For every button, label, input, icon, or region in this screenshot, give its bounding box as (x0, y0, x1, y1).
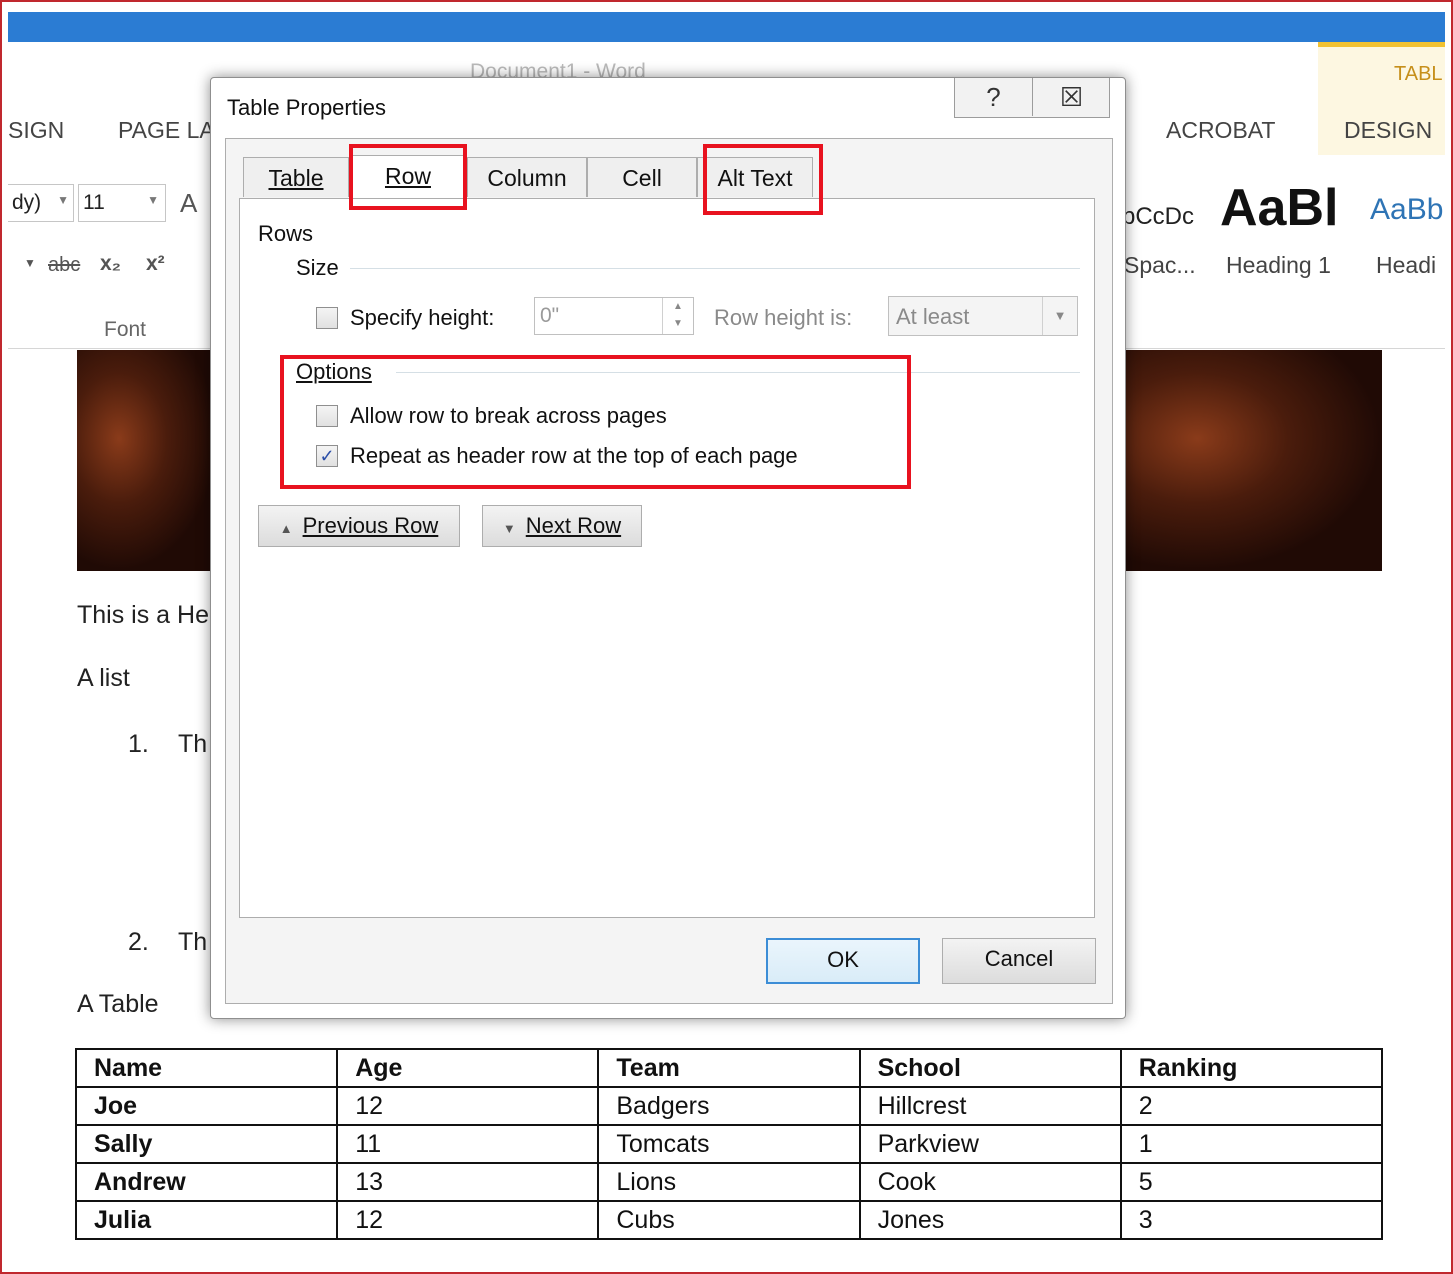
triangle-up-icon: ▲ (279, 521, 293, 536)
table-cell[interactable]: Badgers (597, 1086, 861, 1126)
ribbon-tab-table-design[interactable]: DESIGN (1344, 117, 1432, 144)
style-name-heading2: Headi (1376, 252, 1437, 278)
font-group-label: Font (104, 318, 147, 341)
table-properties-dialog: Table Properties ? ☒ Table Row Column Ce… (210, 77, 1126, 1019)
help-icon: ? (986, 82, 1001, 112)
window-controls: ? ☒ (954, 78, 1110, 118)
row-height-select[interactable]: At least ▼ (888, 296, 1078, 336)
table-cell[interactable]: Sally (74, 1124, 339, 1164)
table-cell[interactable]: Andrew (74, 1162, 339, 1202)
table-header-cell[interactable]: Team (597, 1048, 861, 1088)
list-item-number: 1. (128, 730, 149, 758)
ribbon-tab-page-layout[interactable]: PAGE LA (118, 117, 215, 144)
ok-button[interactable]: OK (766, 938, 920, 984)
table-header-cell[interactable]: Name (74, 1048, 339, 1088)
style-sample-heading1[interactable]: AaBl (1220, 178, 1338, 238)
table-row: Julia 12 Cubs Jones 3 (74, 1200, 1384, 1240)
superscript-button[interactable]: x² (146, 252, 165, 276)
row-height-is-label: Row height is: (714, 305, 853, 330)
next-row-button[interactable]: ▼ Next Row (482, 505, 642, 547)
help-button[interactable]: ? (955, 78, 1033, 116)
chevron-down-icon: ▼ (57, 193, 69, 207)
table-cell[interactable]: Hillcrest (858, 1086, 1122, 1126)
font-size-select[interactable]: 11 ▼ (78, 184, 166, 222)
style-name-spacing: Spac... (1124, 252, 1196, 278)
previous-row-button[interactable]: ▲ Previous Row (258, 505, 460, 547)
header-image (77, 350, 217, 571)
table-cell[interactable]: 11 (336, 1124, 600, 1164)
tab-table[interactable]: Table (243, 157, 349, 197)
font-name-select[interactable]: dy) ▼ (8, 184, 74, 222)
table-cell[interactable]: 5 (1119, 1162, 1384, 1202)
table-cell[interactable]: Joe (74, 1086, 339, 1126)
list-item: Th (178, 730, 208, 758)
chevron-down-icon[interactable]: ▼ (24, 256, 36, 270)
grow-font-icon[interactable]: A (180, 188, 197, 219)
table-cell[interactable]: Jones (858, 1200, 1122, 1240)
specify-height-checkbox[interactable] (316, 307, 338, 329)
list-item: Th (178, 928, 208, 956)
document-heading: This is a He (77, 601, 209, 629)
table-cell[interactable]: Tomcats (597, 1124, 861, 1164)
chevron-down-icon[interactable]: ▼ (1042, 297, 1077, 335)
chevron-down-icon[interactable]: ▼ (663, 315, 693, 332)
table-cell[interactable]: Lions (597, 1162, 861, 1202)
annotation-row-tab (349, 144, 467, 210)
style-name-heading1: Heading 1 (1226, 252, 1331, 278)
style-sample-spacing[interactable]: bCcDc (1122, 203, 1194, 231)
table-cell[interactable]: 3 (1119, 1200, 1384, 1240)
height-spinner[interactable]: 0" ▲ ▼ (534, 297, 694, 335)
table-cell[interactable]: 13 (336, 1162, 600, 1202)
dialog-title: Table Properties (227, 95, 386, 120)
size-separator (350, 268, 1080, 269)
table-cell[interactable]: Parkview (858, 1124, 1122, 1164)
style-sample-heading2[interactable]: AaBb (1370, 193, 1443, 227)
strikethrough-button[interactable]: abc (48, 254, 80, 277)
chevron-up-icon[interactable]: ▲ (663, 298, 693, 315)
specify-height-label[interactable]: Specify height: (350, 305, 494, 331)
rows-heading: Rows (258, 221, 314, 246)
context-tab-title: TABL (1394, 63, 1443, 85)
table-header-cell[interactable]: Ranking (1119, 1048, 1384, 1088)
table-cell[interactable]: Julia (74, 1200, 339, 1240)
table-cell[interactable]: 12 (336, 1200, 600, 1240)
close-button[interactable]: ☒ (1033, 78, 1110, 116)
table-cell[interactable]: 1 (1119, 1124, 1384, 1164)
ribbon-tab-design-partial[interactable]: SIGN (8, 117, 64, 144)
table-cell[interactable]: Cook (858, 1162, 1122, 1202)
table-cell[interactable]: 2 (1119, 1086, 1384, 1126)
table-row: Joe 12 Badgers Hillcrest 2 (74, 1086, 1384, 1126)
tab-column[interactable]: Column (467, 157, 587, 197)
table-cell[interactable]: 12 (336, 1086, 600, 1126)
list-item-number: 2. (128, 928, 149, 956)
size-heading: Size (296, 255, 339, 280)
table-header-cell[interactable]: Age (336, 1048, 600, 1088)
document-table: Name Age Team School Ranking Joe 12 Badg… (74, 1048, 1384, 1240)
list-label: A list (77, 664, 130, 692)
table-row: Andrew 13 Lions Cook 5 (74, 1162, 1384, 1202)
table-header-cell[interactable]: School (858, 1048, 1122, 1088)
triangle-down-icon: ▼ (502, 521, 516, 536)
header-image (1118, 350, 1382, 571)
title-bar (8, 12, 1445, 42)
close-icon: ☒ (1059, 82, 1084, 112)
tab-cell[interactable]: Cell (587, 157, 697, 197)
cancel-button[interactable]: Cancel (942, 938, 1096, 984)
table-header-row: Name Age Team School Ranking (74, 1048, 1384, 1088)
chevron-down-icon: ▼ (147, 193, 159, 207)
ribbon-tab-acrobat[interactable]: ACROBAT (1166, 117, 1275, 144)
table-row: Sally 11 Tomcats Parkview 1 (74, 1124, 1384, 1164)
table-label: A Table (77, 990, 159, 1018)
row-tab-panel: Rows Size Specify height: 0" ▲ ▼ Row heig… (239, 198, 1095, 918)
subscript-button[interactable]: x₂ (100, 252, 121, 276)
table-cell[interactable]: Cubs (597, 1200, 861, 1240)
annotation-alt-text-tab (703, 144, 823, 215)
annotation-options (280, 355, 911, 489)
